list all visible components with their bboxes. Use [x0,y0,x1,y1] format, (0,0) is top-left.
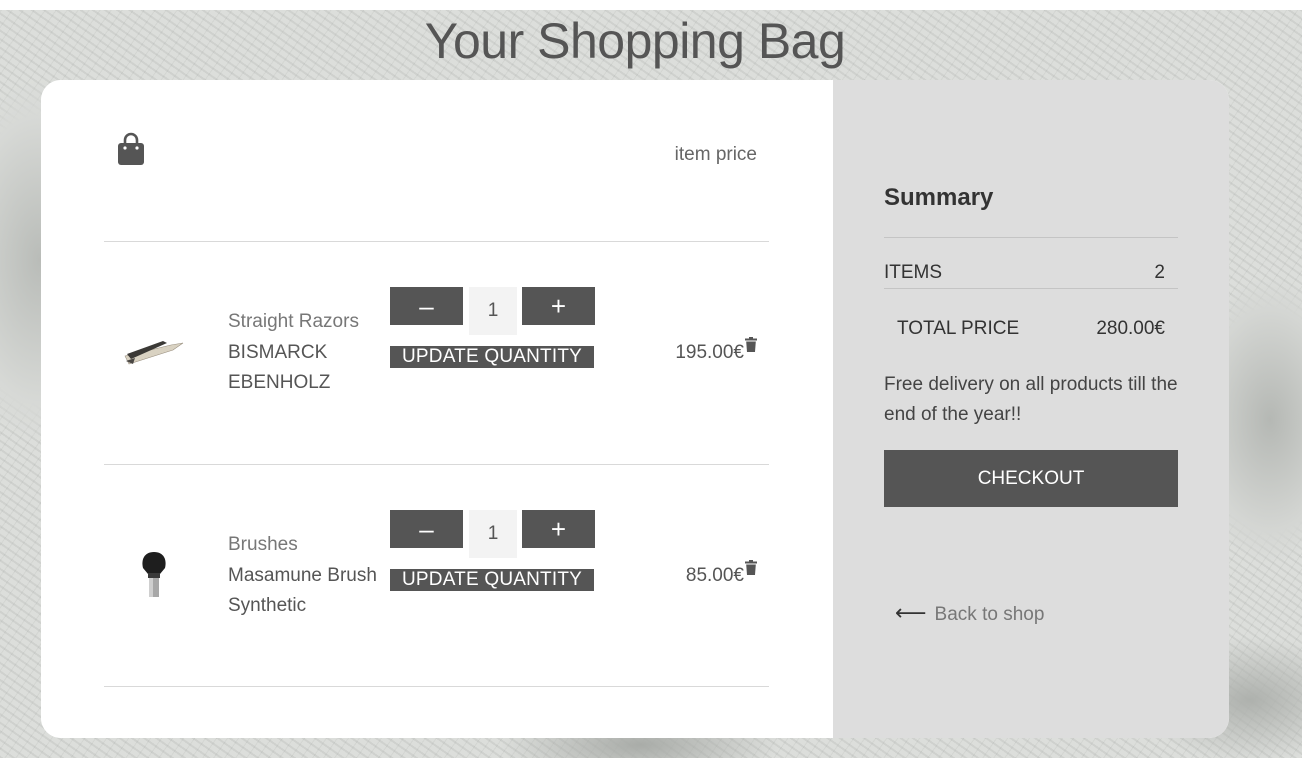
item-price-column-header: item price [674,144,757,165]
total-price-value: 280.00€ [1096,318,1165,339]
item-category: Brushes [228,534,298,555]
total-price-label: TOTAL PRICE [897,318,1020,339]
delivery-note: Free delivery on all products till the e… [884,374,1178,425]
divider [884,237,1178,238]
divider [104,686,769,687]
cart-item: Straight Razors BISMARCK EBENHOLZ – 1 + … [41,242,833,464]
cart-card: item price Straight Razors BISMARCK EBEN… [41,80,1229,738]
items-label: ITEMS [884,262,943,283]
summary-title: Summary [884,184,994,211]
item-price: 195.00€ [675,342,744,363]
cart-item: Brushes Masamune Brush Synthetic – 1 + U… [41,465,833,687]
item-name: BISMARCK EBENHOLZ [228,342,331,393]
trash-icon[interactable] [745,560,757,575]
decrease-quantity-button[interactable]: – [390,287,463,325]
increase-quantity-button[interactable]: + [522,510,595,548]
increase-quantity-button[interactable]: + [522,287,595,325]
checkout-button[interactable]: CHECKOUT [884,450,1178,507]
bag-panel: item price Straight Razors BISMARCK EBEN… [41,80,833,738]
update-quantity-button[interactable]: UPDATE QUANTITY [390,346,594,368]
divider [884,288,1178,289]
shopping-bag-icon [118,132,144,165]
summary-panel: Summary ITEMS 2 TOTAL PRICE 280.00€ Free… [833,80,1229,738]
item-category: Straight Razors [228,311,359,332]
update-quantity-button[interactable]: UPDATE QUANTITY [390,569,594,591]
page-title: Your Shopping Bag [424,13,846,69]
quantity-input[interactable]: 1 [469,287,517,335]
trash-icon[interactable] [745,337,757,352]
quantity-input[interactable]: 1 [469,510,517,558]
items-count: 2 [1154,262,1165,283]
item-name: Masamune Brush Synthetic [228,565,377,616]
arrow-left-icon: ⟵ [895,600,927,625]
back-to-shop-link[interactable]: ⟵ Back to shop [895,600,1044,626]
shaving-brush-image [142,552,166,597]
item-price: 85.00€ [685,565,744,586]
decrease-quantity-button[interactable]: – [390,510,463,548]
top-strip [0,0,1302,10]
back-to-shop-label: Back to shop [934,604,1045,625]
straight-razor-image [124,341,184,365]
